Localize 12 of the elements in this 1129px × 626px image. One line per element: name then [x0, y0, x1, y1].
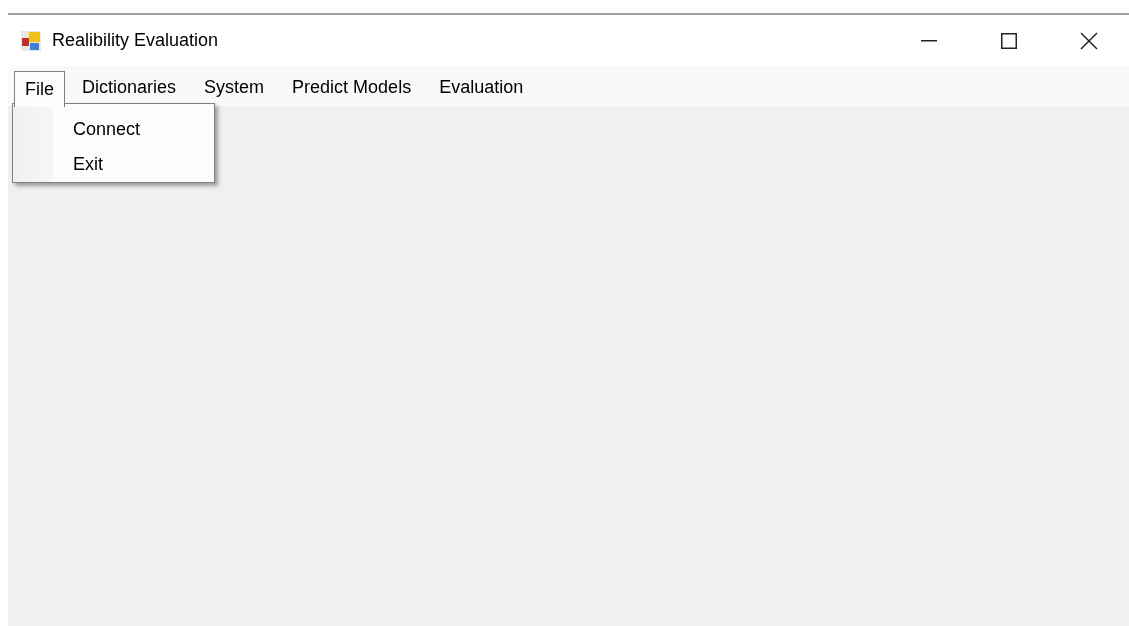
menu-item[interactable]: File	[14, 71, 65, 107]
menu-item[interactable]: Evaluation	[428, 71, 535, 103]
minimize-icon	[921, 39, 937, 42]
dropdown-item[interactable]: Connect	[13, 112, 214, 147]
window-title: Realibility Evaluation	[52, 29, 219, 52]
app-icon	[20, 29, 42, 52]
menu-item[interactable]: Dictionaries	[71, 71, 188, 103]
close-icon	[1080, 31, 1098, 50]
menu-item[interactable]: Predict Models	[281, 71, 423, 103]
dropdown-item[interactable]: Exit	[13, 147, 214, 182]
maximize-icon	[1001, 32, 1017, 49]
menu-item[interactable]: System	[193, 71, 276, 103]
